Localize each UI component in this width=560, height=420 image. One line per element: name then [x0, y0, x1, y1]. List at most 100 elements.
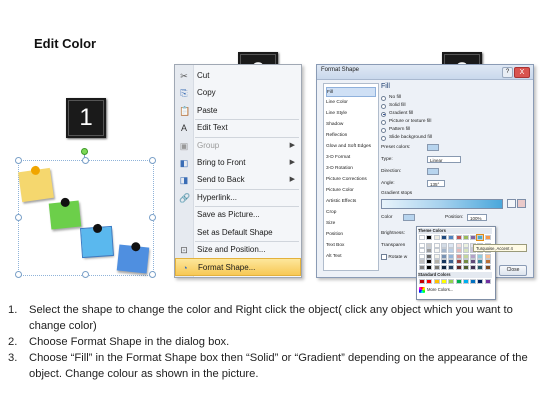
theme-color-swatch[interactable]: [440, 235, 447, 240]
direction-dropdown[interactable]: [427, 168, 439, 175]
theme-color-swatch[interactable]: [419, 259, 425, 265]
category-item[interactable]: Size: [326, 219, 376, 229]
theme-color-swatch[interactable]: [426, 259, 433, 265]
theme-color-swatch[interactable]: [462, 265, 469, 270]
theme-color-swatch[interactable]: [462, 235, 469, 240]
theme-color-swatch[interactable]: [426, 242, 433, 248]
close-button[interactable]: Close: [499, 265, 527, 276]
theme-color-swatch[interactable]: [419, 248, 425, 254]
theme-color-swatch[interactable]: [455, 265, 462, 270]
theme-color-swatch[interactable]: [426, 265, 433, 270]
standard-color-swatch[interactable]: [448, 279, 455, 284]
theme-color-swatch[interactable]: [433, 265, 440, 270]
resize-handle[interactable]: [15, 271, 22, 278]
standard-color-swatch[interactable]: [419, 279, 425, 284]
theme-color-swatch[interactable]: [419, 253, 425, 259]
category-item[interactable]: Line Color: [326, 98, 376, 108]
theme-color-swatch[interactable]: [426, 235, 433, 240]
category-item[interactable]: Text Box: [326, 241, 376, 251]
menu-item-cut[interactable]: ✂ Cut: [175, 67, 301, 85]
category-item[interactable]: Picture Corrections: [326, 175, 376, 185]
theme-color-swatch[interactable]: [448, 242, 455, 248]
sticky-note-shape[interactable]: [79, 223, 115, 259]
preset-colors-dropdown[interactable]: [427, 144, 439, 151]
more-colors-link[interactable]: More Colors...: [427, 286, 453, 294]
theme-color-swatch[interactable]: [470, 259, 477, 265]
menu-item-hyperlink[interactable]: 🔗 Hyperlink...: [175, 189, 301, 207]
fill-option-radio[interactable]: No fill: [381, 94, 521, 102]
resize-handle[interactable]: [149, 214, 156, 221]
category-item[interactable]: Glow and Soft Edges: [326, 142, 376, 152]
resize-handle[interactable]: [82, 157, 89, 164]
theme-color-swatch[interactable]: [448, 253, 455, 259]
type-dropdown[interactable]: Linear: [427, 156, 461, 163]
theme-color-swatch[interactable]: [477, 253, 484, 259]
add-stop-button[interactable]: [507, 199, 516, 208]
theme-color-swatch[interactable]: [426, 248, 433, 254]
theme-color-swatch[interactable]: [477, 259, 484, 265]
category-item[interactable]: Picture Color: [326, 186, 376, 196]
fill-option-radio[interactable]: Slide background fill: [381, 134, 521, 142]
sticky-note-shape[interactable]: [48, 197, 82, 230]
theme-color-swatch[interactable]: [448, 235, 455, 240]
standard-color-swatch[interactable]: [426, 279, 433, 284]
menu-item-paste[interactable]: 📋 Paste: [175, 102, 301, 120]
category-item[interactable]: Line Style: [326, 109, 376, 119]
standard-color-swatch[interactable]: [440, 279, 447, 284]
sticky-note-shape[interactable]: [18, 165, 54, 203]
menu-item-edit-text[interactable]: A Edit Text: [175, 119, 301, 137]
menu-item-save-as-picture[interactable]: Save as Picture...: [175, 206, 301, 224]
theme-color-swatch[interactable]: [440, 242, 447, 248]
category-item[interactable]: 3-D Format: [326, 153, 376, 163]
theme-color-swatch[interactable]: [448, 259, 455, 265]
theme-color-swatch[interactable]: [470, 235, 477, 240]
theme-color-swatch[interactable]: [462, 248, 469, 254]
theme-color-swatch[interactable]: [433, 259, 440, 265]
standard-color-swatch[interactable]: [462, 279, 469, 284]
category-item[interactable]: Reflection: [326, 131, 376, 141]
category-item[interactable]: Fill: [326, 87, 376, 97]
theme-color-swatch[interactable]: [419, 265, 425, 270]
theme-color-swatch[interactable]: [448, 265, 455, 270]
standard-color-swatch[interactable]: [433, 279, 440, 284]
sticky-note-shape[interactable]: [116, 241, 150, 274]
category-item[interactable]: Crop: [326, 208, 376, 218]
theme-color-swatch[interactable]: [448, 248, 455, 254]
fill-option-radio[interactable]: Pattern fill: [381, 126, 521, 134]
category-item[interactable]: Position: [326, 230, 376, 240]
fill-option-radio[interactable]: Picture or texture fill: [381, 118, 521, 126]
theme-color-swatch[interactable]: [433, 235, 440, 240]
menu-item-format-shape[interactable]: ◔ Format Shape...: [175, 258, 301, 277]
menu-item-copy[interactable]: ⎘ Copy: [175, 84, 301, 102]
theme-color-swatch[interactable]: [462, 259, 469, 265]
standard-color-swatch[interactable]: [455, 279, 462, 284]
standard-color-swatch[interactable]: [470, 279, 477, 284]
rotation-handle[interactable]: [81, 148, 88, 155]
theme-color-swatch[interactable]: [440, 248, 447, 254]
resize-handle[interactable]: [82, 271, 89, 278]
theme-color-swatch[interactable]: [455, 248, 462, 254]
resize-handle[interactable]: [149, 271, 156, 278]
theme-color-swatch[interactable]: [455, 253, 462, 259]
theme-color-swatch[interactable]: [484, 253, 491, 259]
resize-handle[interactable]: [149, 157, 156, 164]
theme-color-swatch[interactable]: [419, 242, 425, 248]
color-dropdown[interactable]: [403, 214, 415, 221]
theme-color-swatch[interactable]: [484, 259, 491, 265]
standard-color-swatch[interactable]: [477, 279, 484, 284]
angle-input[interactable]: 135°: [427, 180, 445, 187]
theme-color-swatch[interactable]: [440, 253, 447, 259]
theme-color-swatch[interactable]: [440, 265, 447, 270]
resize-handle[interactable]: [15, 157, 22, 164]
fill-option-radio[interactable]: Gradient fill: [381, 110, 521, 118]
category-item[interactable]: Shadow: [326, 120, 376, 130]
theme-color-swatch[interactable]: [462, 253, 469, 259]
category-item[interactable]: Alt Text: [326, 252, 376, 262]
standard-color-swatch[interactable]: [484, 279, 491, 284]
theme-color-swatch[interactable]: [455, 259, 462, 265]
theme-color-swatch[interactable]: [455, 235, 462, 240]
theme-color-swatch[interactable]: [476, 234, 485, 241]
menu-item-set-as-default-shape[interactable]: Set as Default Shape: [175, 224, 301, 242]
theme-color-swatch[interactable]: [462, 242, 469, 248]
theme-color-swatch[interactable]: [433, 242, 440, 248]
